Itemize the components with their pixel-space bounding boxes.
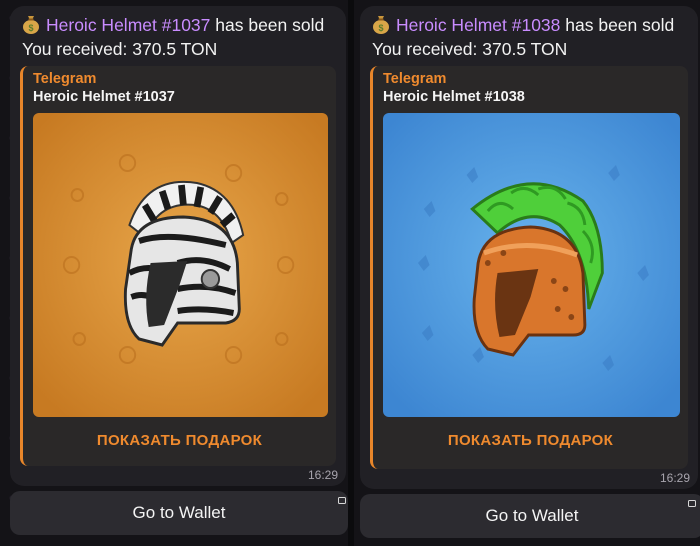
gift-link[interactable]: Heroic Helmet #1037 bbox=[46, 15, 210, 35]
received-text: You received: 370.5 TON bbox=[372, 39, 568, 59]
preview-site-name: Telegram bbox=[383, 71, 447, 87]
money-bag-icon: $ bbox=[373, 16, 389, 34]
chat-panel-1037: $ Heroic Helmet #1037 has been sold You … bbox=[0, 0, 348, 546]
show-gift-button[interactable]: ПОКАЗАТЬ ПОДАРОК bbox=[373, 432, 688, 449]
link-preview[interactable]: Telegram Heroic Helmet #1037 ПОКАЗАТЬ ПО… bbox=[20, 66, 336, 466]
received-text: You received: 370.5 TON bbox=[22, 39, 218, 59]
preview-title: Heroic Helmet #1037 bbox=[33, 89, 175, 105]
go-to-wallet-button[interactable]: Go to Wallet bbox=[360, 494, 700, 538]
message-time: 16:29 bbox=[659, 471, 690, 485]
money-bag-icon: $ bbox=[23, 16, 39, 34]
message-line-sold: $ Heroic Helmet #1038 has been sold bbox=[372, 14, 674, 36]
gift-link[interactable]: Heroic Helmet #1038 bbox=[396, 15, 560, 35]
chat-panel-1038: $ Heroic Helmet #1038 has been sold You … bbox=[354, 0, 700, 546]
gift-image-bronze-helmet[interactable] bbox=[383, 113, 680, 417]
preview-site-name: Telegram bbox=[33, 71, 97, 87]
external-link-icon bbox=[338, 497, 346, 504]
show-gift-button[interactable]: ПОКАЗАТЬ ПОДАРОК bbox=[23, 432, 336, 449]
gift-image-zebra-helmet[interactable] bbox=[33, 113, 328, 417]
preview-title: Heroic Helmet #1038 bbox=[383, 89, 525, 105]
sold-text: has been sold bbox=[210, 15, 325, 35]
sold-text: has been sold bbox=[560, 15, 675, 35]
svg-text:$: $ bbox=[378, 23, 383, 33]
message-line-sold: $ Heroic Helmet #1037 has been sold bbox=[22, 14, 324, 36]
message-bubble: $ Heroic Helmet #1038 has been sold You … bbox=[360, 6, 698, 489]
message-bubble: $ Heroic Helmet #1037 has been sold You … bbox=[10, 6, 346, 486]
message-time: 16:29 bbox=[307, 468, 338, 482]
svg-text:$: $ bbox=[28, 23, 33, 33]
link-preview[interactable]: Telegram Heroic Helmet #1038 ПОКАЗАТЬ ПО… bbox=[370, 66, 688, 469]
go-to-wallet-button[interactable]: Go to Wallet bbox=[10, 491, 348, 535]
external-link-icon bbox=[688, 500, 696, 507]
